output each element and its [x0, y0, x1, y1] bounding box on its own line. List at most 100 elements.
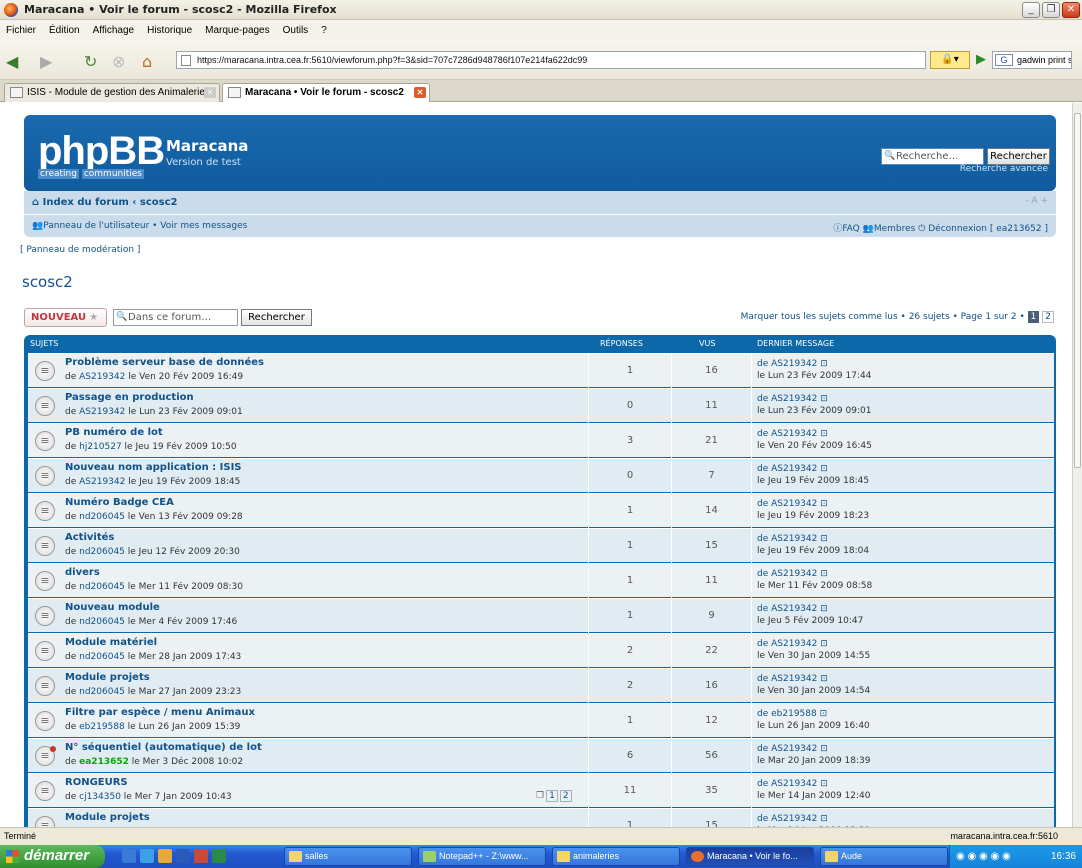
- taskbar-item-notepad[interactable]: Notepad++ - Z:\www...: [418, 847, 546, 866]
- menu-affichage[interactable]: Affichage: [93, 25, 135, 36]
- back-icon[interactable]: ◀: [6, 52, 18, 71]
- last-post-author-link[interactable]: AS219342: [771, 464, 817, 474]
- view-latest-post-icon[interactable]: ⊡: [820, 744, 828, 754]
- menu-edition[interactable]: Édition: [49, 25, 80, 36]
- new-topic-button[interactable]: NOUVEAU ★: [24, 308, 107, 327]
- forum-search-input[interactable]: 🔍 Dans ce forum…: [113, 309, 238, 326]
- start-button[interactable]: démarrer: [0, 845, 105, 868]
- header-search-button[interactable]: Rechercher: [987, 148, 1050, 165]
- advanced-search-link[interactable]: Recherche avancée: [960, 164, 1048, 174]
- topic-author[interactable]: hj210527: [79, 442, 122, 452]
- last-post-author-link[interactable]: AS219342: [771, 534, 817, 544]
- topic-title[interactable]: N° séquentiel (automatique) de lot: [65, 742, 262, 753]
- topic-title[interactable]: Nouveau nom application : ISIS: [65, 462, 242, 473]
- forum-title[interactable]: scosc2: [22, 273, 73, 291]
- menu-aide[interactable]: ?: [321, 25, 327, 36]
- stop-icon[interactable]: ⊗: [112, 52, 125, 71]
- quicklaunch-desktop-icon[interactable]: [122, 849, 136, 863]
- last-post-author-link[interactable]: AS219342: [771, 779, 817, 789]
- scrollbar-thumb[interactable]: [1074, 113, 1081, 468]
- ucp-links[interactable]: 👥Panneau de l'utilisateur • Voir mes mes…: [32, 221, 247, 231]
- topic-title[interactable]: Activités: [65, 532, 114, 543]
- maximize-button[interactable]: ❐: [1042, 2, 1060, 18]
- topic-author[interactable]: nd206045: [79, 687, 125, 697]
- font-size-control[interactable]: - A +: [1025, 196, 1048, 206]
- topic-author[interactable]: AS219342: [79, 477, 125, 487]
- view-latest-post-icon[interactable]: ⊡: [820, 569, 828, 579]
- view-latest-post-icon[interactable]: ⊡: [820, 464, 828, 474]
- header-search-input[interactable]: 🔍 Recherche…: [881, 148, 984, 165]
- topic-title[interactable]: divers: [65, 567, 100, 578]
- tray-icons[interactable]: ◉ ◉ ◉ ◉ ◉: [956, 845, 1011, 868]
- topic-title[interactable]: Module projets: [65, 812, 150, 823]
- taskbar-item-salles[interactable]: salles: [284, 847, 412, 866]
- members-link[interactable]: Membres: [874, 224, 916, 234]
- last-post-author-link[interactable]: AS219342: [771, 499, 817, 509]
- close-button[interactable]: ✕: [1062, 2, 1080, 18]
- view-latest-post-icon[interactable]: ⊡: [820, 709, 828, 719]
- view-latest-post-icon[interactable]: ⊡: [820, 499, 828, 509]
- quicklaunch-excel-icon[interactable]: [212, 849, 226, 863]
- last-post-author-link[interactable]: AS219342: [771, 359, 817, 369]
- view-latest-post-icon[interactable]: ⊡: [820, 359, 828, 369]
- view-latest-post-icon[interactable]: ⊡: [820, 604, 828, 614]
- search-bar[interactable]: G gadwin print screen: [992, 51, 1072, 69]
- view-latest-post-icon[interactable]: ⊡: [820, 534, 828, 544]
- view-latest-post-icon[interactable]: ⊡: [820, 394, 828, 404]
- topic-author[interactable]: nd206045: [79, 547, 125, 557]
- topic-page-link[interactable]: 1: [546, 790, 558, 802]
- topic-author[interactable]: cj134350: [79, 792, 121, 802]
- menu-outils[interactable]: Outils: [283, 25, 309, 36]
- faq-link[interactable]: FAQ: [842, 224, 859, 234]
- last-post-author-link[interactable]: AS219342: [771, 394, 817, 404]
- breadcrumb[interactable]: ⌂ Index du forum ‹ scosc2: [32, 197, 177, 208]
- last-post-author-link[interactable]: eb219588: [771, 709, 817, 719]
- topic-title[interactable]: Nouveau module: [65, 602, 160, 613]
- topic-title[interactable]: Module matériel: [65, 637, 157, 648]
- view-latest-post-icon[interactable]: ⊡: [820, 779, 828, 789]
- topic-title[interactable]: RONGEURS: [65, 777, 128, 788]
- topic-title[interactable]: Numéro Badge CEA: [65, 497, 174, 508]
- close-tab-icon[interactable]: ✕: [204, 87, 216, 98]
- topic-author[interactable]: AS219342: [79, 372, 125, 382]
- topic-title[interactable]: Passage en production: [65, 392, 194, 403]
- quicklaunch-word-icon[interactable]: [176, 849, 190, 863]
- last-post-author-link[interactable]: AS219342: [771, 569, 817, 579]
- breadcrumb-text[interactable]: Index du forum ‹ scosc2: [43, 197, 178, 208]
- ucp-link[interactable]: Panneau de l'utilisateur • Voir mes mess…: [43, 221, 247, 231]
- quicklaunch-ie-icon[interactable]: [140, 849, 154, 863]
- mark-read-link[interactable]: Marquer tous les sujets comme lus • 26 s…: [741, 312, 1025, 322]
- go-icon[interactable]: ▶: [976, 52, 986, 67]
- last-post-author-link[interactable]: AS219342: [771, 674, 817, 684]
- last-post-author-link[interactable]: AS219342: [771, 639, 817, 649]
- last-post-author-link[interactable]: AS219342: [771, 604, 817, 614]
- last-post-author-link[interactable]: AS219342: [771, 744, 817, 754]
- topic-title[interactable]: Problème serveur base de données: [65, 357, 264, 368]
- view-latest-post-icon[interactable]: ⊡: [820, 639, 828, 649]
- menu-marque-pages[interactable]: Marque-pages: [205, 25, 269, 36]
- topic-author[interactable]: ea213652: [79, 757, 129, 767]
- topic-author[interactable]: nd206045: [79, 652, 125, 662]
- topic-author[interactable]: nd206045: [79, 512, 125, 522]
- search-engine-icon[interactable]: G: [995, 54, 1013, 66]
- menu-historique[interactable]: Historique: [147, 25, 192, 36]
- url-bar[interactable]: https://maracana.intra.cea.fr:5610/viewf…: [176, 51, 926, 69]
- topic-author[interactable]: AS219342: [79, 407, 125, 417]
- vertical-scrollbar[interactable]: [1072, 103, 1082, 827]
- taskbar-item-firefox[interactable]: Maracana • Voir le fo...: [686, 847, 814, 866]
- taskbar-item-aude[interactable]: Aude: [820, 847, 948, 866]
- reload-icon[interactable]: ↻: [84, 52, 97, 71]
- quicklaunch-ppt-icon[interactable]: [194, 849, 208, 863]
- view-latest-post-icon[interactable]: ⊡: [820, 429, 828, 439]
- topic-title[interactable]: PB numéro de lot: [65, 427, 163, 438]
- logout-link[interactable]: Déconnexion [ ea213652 ]: [928, 224, 1048, 234]
- tab-maracana[interactable]: Maracana • Voir le forum - scosc2 ✕: [222, 83, 430, 102]
- topic-page-link[interactable]: 2: [559, 790, 572, 802]
- menu-fichier[interactable]: Fichier: [6, 25, 36, 36]
- topic-title[interactable]: Filtre par espèce / menu Animaux: [65, 707, 255, 718]
- phpbb-logo[interactable]: phpBB: [38, 131, 165, 171]
- topic-author[interactable]: eb219588: [79, 722, 125, 732]
- page-link-2[interactable]: 2: [1042, 311, 1054, 323]
- forum-search-button[interactable]: Rechercher: [241, 309, 312, 326]
- moderation-panel-link[interactable]: [ Panneau de modération ]: [20, 245, 140, 255]
